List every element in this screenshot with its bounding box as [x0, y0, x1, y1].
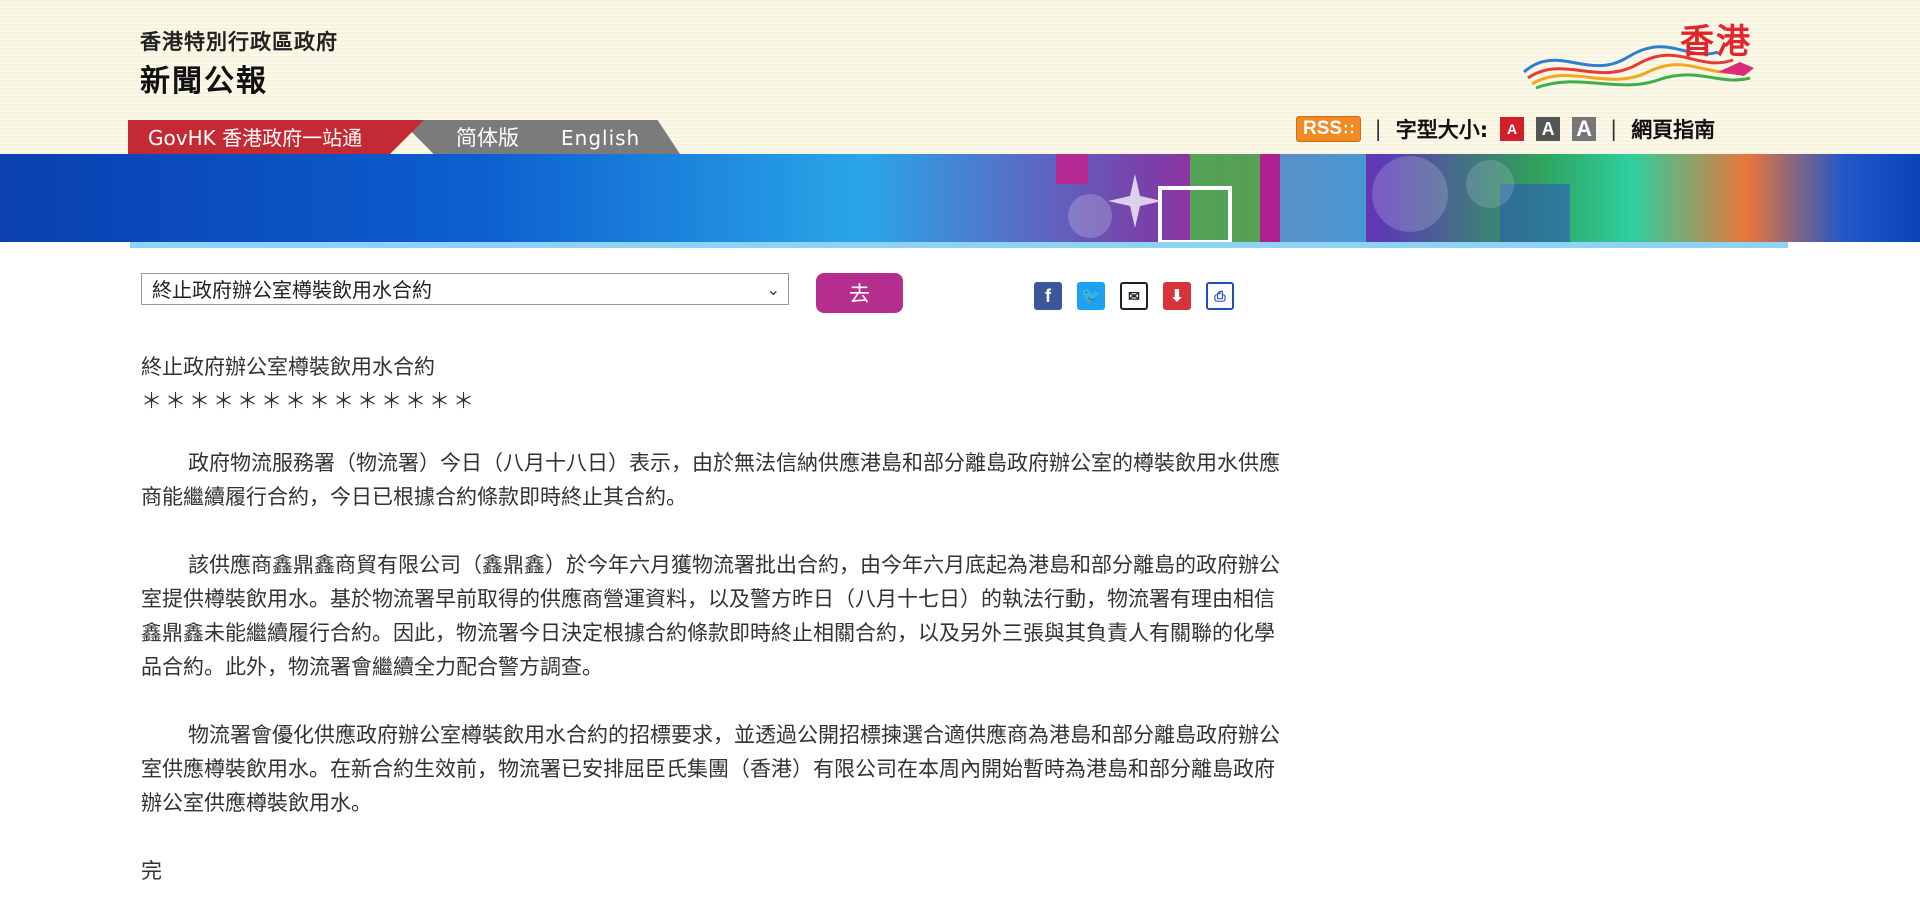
- utility-bar: RSS ∷ | 字型大小: A A A | 網頁指南: [1296, 114, 1715, 144]
- separator: |: [1610, 117, 1618, 141]
- banner-strip: [130, 242, 1788, 248]
- org-title: 香港特別行政區政府: [140, 30, 338, 54]
- banner-margin: [0, 242, 130, 248]
- banner-decoration: [1056, 154, 1570, 242]
- rss-feed-icon: ∷: [1344, 121, 1354, 138]
- rss-button[interactable]: RSS ∷: [1296, 116, 1361, 142]
- article-end-mark: 完: [141, 859, 162, 883]
- brand-hongkong-text: 香港: [1680, 22, 1752, 62]
- govhk-tab-slant: [390, 120, 424, 154]
- font-size-medium-button[interactable]: A: [1536, 117, 1561, 141]
- font-size-label: 字型大小:: [1395, 118, 1489, 142]
- site-header: 香港特別行政區政府 新聞公報 香港 GovHK 香港政府一站通 简体版 Engl…: [0, 0, 1920, 154]
- download-icon[interactable]: ⬇: [1163, 282, 1191, 310]
- article-paragraph: 物流署會優化供應政府辦公室樽裝飲用水合約的招標要求，並透過公開招標揀選合適供應商…: [141, 723, 1280, 815]
- topic-select-value: 終止政府辦公室樽裝飲用水合約: [152, 278, 432, 302]
- simplified-chinese-link[interactable]: 简体版: [456, 120, 519, 154]
- press-release-title: 新聞公報: [140, 64, 268, 99]
- go-button[interactable]: 去: [816, 273, 903, 313]
- email-icon[interactable]: ✉: [1120, 282, 1148, 310]
- print-icon[interactable]: ⎙: [1206, 282, 1234, 310]
- govhk-tab[interactable]: GovHK 香港政府一站通: [128, 120, 390, 154]
- article-paragraph: 該供應商鑫鼎鑫商貿有限公司（鑫鼎鑫）於今年六月獲物流署批出合約，由今年六月底起為…: [141, 553, 1280, 679]
- article-paragraph: 政府物流服務署（物流署）今日（八月十八日）表示，由於無法信納供應港島和部分離島政…: [141, 451, 1280, 509]
- article-separator-stars: ＊＊＊＊＊＊＊＊＊＊＊＊＊＊: [141, 389, 477, 413]
- font-size-small-button[interactable]: A: [1500, 117, 1525, 141]
- topic-select[interactable]: 終止政府辦公室樽裝飲用水合約 ⌄: [141, 273, 789, 305]
- article-title: 終止政府辦公室樽裝飲用水合約: [141, 355, 435, 379]
- twitter-icon[interactable]: 🐦: [1077, 282, 1105, 310]
- chevron-down-icon: ⌄: [766, 280, 780, 299]
- facebook-icon[interactable]: f: [1034, 282, 1062, 310]
- site-guide-link[interactable]: 網頁指南: [1631, 114, 1715, 144]
- english-link[interactable]: English: [561, 120, 640, 154]
- separator: |: [1374, 117, 1382, 141]
- article-body: 終止政府辦公室樽裝飲用水合約 ＊＊＊＊＊＊＊＊＊＊＊＊＊＊ 政府物流服務署（物流…: [141, 350, 1281, 888]
- share-bar: f 🐦 ✉ ⬇ ⎙: [1034, 282, 1249, 310]
- font-size-large-button[interactable]: A: [1572, 117, 1597, 141]
- rss-label: RSS: [1303, 118, 1343, 139]
